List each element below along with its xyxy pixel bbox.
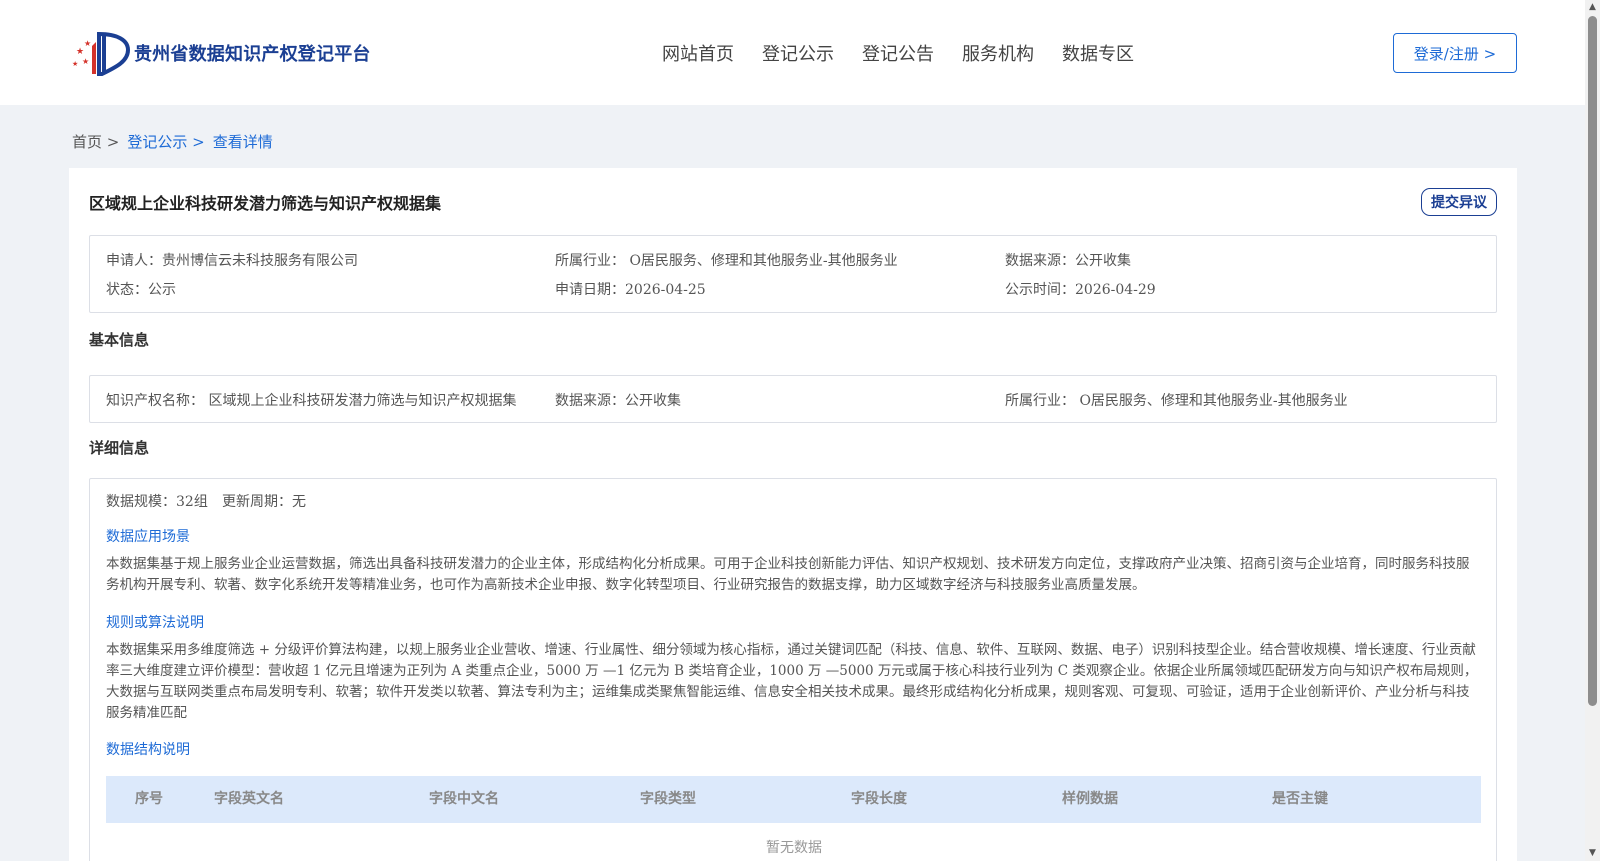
data-scale: 数据规模：32组 (106, 494, 208, 510)
scroll-up-arrow-icon[interactable]: ▲ (1585, 0, 1600, 15)
site-logo[interactable]: ★ ★ ★ ★ 贵州省数据知识产权登记平台 (72, 28, 371, 78)
submit-objection-button[interactable]: 提交异议 (1421, 188, 1497, 216)
applicant: 申请人：贵州博信云未科技服务有限公司 (106, 253, 358, 269)
svg-text:★: ★ (84, 39, 91, 48)
table-empty-text: 暂无数据 (766, 840, 822, 856)
logo-text: 贵州省数据知识产权登记平台 (134, 44, 371, 65)
nav-data-zone[interactable]: 数据专区 (1062, 40, 1134, 66)
svg-text:★: ★ (72, 60, 78, 68)
summary-info-box: 申请人：贵州博信云未科技服务有限公司 所属行业： O居民服务、修理和其他服务业-… (89, 235, 1497, 313)
nav-registration-notice[interactable]: 登记公告 (862, 40, 934, 66)
basic-industry: 所属行业： O居民服务、修理和其他服务业-其他服务业 (1005, 393, 1348, 409)
th-sample: 样例数据 (1062, 791, 1118, 807)
rules-text: 本数据集采用多维度筛选 + 分级评价算法构建，以规上服务业企业营收、增速、行业属… (106, 642, 1478, 721)
th-field-type: 字段类型 (640, 791, 696, 807)
detail-card: 区域规上企业科技研发潜力筛选与知识产权规据集 提交异议 申请人：贵州博信云未科技… (69, 168, 1517, 861)
structure-table-header: 序号 字段英文名 字段中文名 字段类型 字段长度 样例数据 是否主键 (106, 776, 1481, 823)
top-header: ★ ★ ★ ★ 贵州省数据知识产权登记平台 网站首页 登记公示 登记公告 服务机… (0, 0, 1585, 105)
basic-info-box: 知识产权名称： 区域规上企业科技研发潜力筛选与知识产权规据集 数据来源：公开收集… (89, 375, 1497, 423)
th-index: 序号 (135, 791, 163, 807)
page-title: 区域规上企业科技研发潜力筛选与知识产权规据集 (89, 194, 442, 213)
logo-emblem-icon: ★ ★ ★ ★ (72, 28, 132, 78)
breadcrumb-current[interactable]: 查看详情 (213, 131, 273, 152)
rules-title: 规则或算法说明 (106, 615, 204, 631)
svg-text:★: ★ (76, 47, 84, 57)
svg-text:★: ★ (82, 57, 89, 66)
detail-info-box: 数据规模：32组 更新周期：无 数据应用场景 本数据集基于规上服务业企业运营数据… (89, 478, 1497, 861)
data-source: 数据来源：公开收集 (1005, 253, 1131, 269)
ip-name: 知识产权名称： 区域规上企业科技研发潜力筛选与知识产权规据集 (106, 393, 517, 409)
basic-data-source: 数据来源：公开收集 (555, 393, 681, 409)
login-register-button[interactable]: 登录/注册 > (1393, 33, 1517, 73)
breadcrumb-registration-public[interactable]: 登记公示 > (127, 131, 204, 152)
update-cycle: 更新周期：无 (222, 494, 306, 510)
th-field-en: 字段英文名 (214, 791, 284, 807)
apply-date: 申请日期：2026-04-25 (555, 282, 706, 298)
nav-home[interactable]: 网站首页 (662, 40, 734, 66)
th-field-length: 字段长度 (851, 791, 907, 807)
structure-title: 数据结构说明 (106, 742, 190, 758)
scenario-title: 数据应用场景 (106, 529, 190, 545)
basic-info-title: 基本信息 (89, 331, 150, 349)
publish-date: 公示时间：2026-04-29 (1005, 282, 1156, 298)
main-nav: 网站首页 登记公示 登记公告 服务机构 数据专区 (662, 40, 1134, 66)
industry: 所属行业： O居民服务、修理和其他服务业-其他服务业 (555, 253, 898, 269)
breadcrumb-home[interactable]: 首页 > (72, 131, 119, 152)
page-scrollbar[interactable]: ▲ ▼ (1585, 0, 1600, 861)
nav-service-agencies[interactable]: 服务机构 (962, 40, 1034, 66)
th-field-cn: 字段中文名 (429, 791, 499, 807)
breadcrumb: 首页 > 登记公示 > 查看详情 (72, 131, 273, 152)
detail-info-title: 详细信息 (89, 439, 150, 457)
status: 状态：公示 (106, 282, 176, 298)
nav-registration-public[interactable]: 登记公示 (762, 40, 834, 66)
th-primary-key: 是否主键 (1272, 791, 1328, 807)
scroll-thumb[interactable] (1588, 16, 1597, 706)
scenario-text: 本数据集基于规上服务业企业运营数据，筛选出具备科技研发潜力的企业主体，形成结构化… (106, 556, 1470, 593)
scroll-down-arrow-icon[interactable]: ▼ (1585, 846, 1600, 861)
